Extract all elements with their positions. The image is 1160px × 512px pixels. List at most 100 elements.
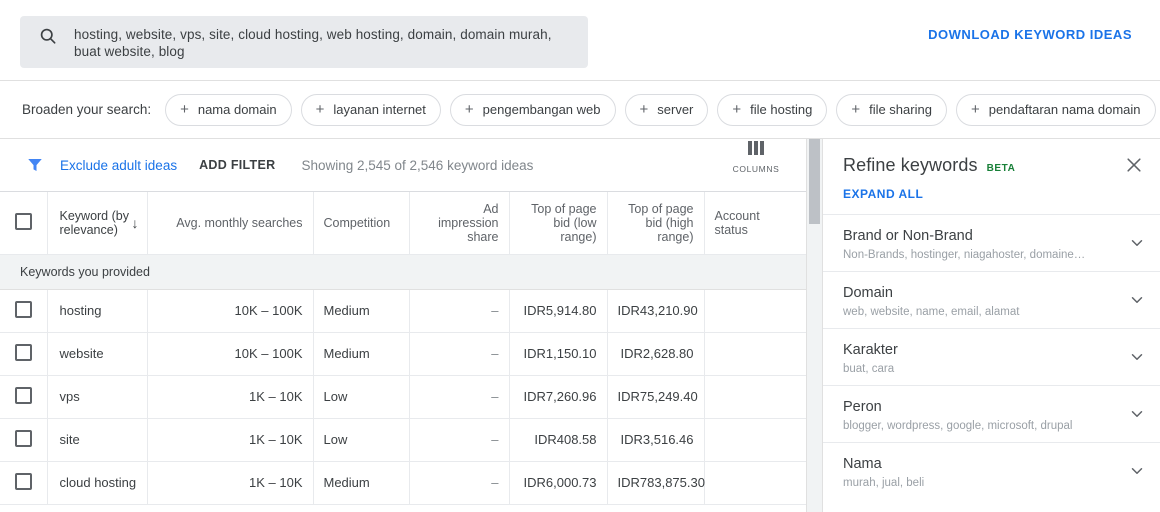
row-select-cell (0, 418, 48, 462)
columns-button[interactable]: COLUMNS (724, 141, 788, 177)
column-header-ad-impression-share[interactable]: Ad impression share (409, 192, 510, 255)
results-count-text: Showing 2,545 of 2,546 keyword ideas (301, 157, 534, 173)
row-select-cell (0, 332, 48, 376)
table-row[interactable]: hosting 10K – 100K Medium – IDR5,914.80 … (0, 289, 806, 333)
broaden-chip-file-hosting[interactable]: + file hosting (717, 93, 828, 126)
refine-item-nama[interactable]: Nama murah, jual, beli (823, 442, 1160, 499)
cell-bid-high: IDR43,210.90 (607, 289, 705, 333)
cell-competition: Medium (313, 332, 410, 376)
chevron-down-icon[interactable] (1128, 291, 1146, 309)
table-vertical-scrollbar[interactable] (806, 139, 822, 512)
filter-icon[interactable] (26, 156, 44, 174)
refine-item-domain[interactable]: Domain web, website, name, email, alamat (823, 271, 1160, 328)
cell-impression-share: – (409, 289, 510, 333)
chevron-down-icon[interactable] (1128, 348, 1146, 366)
row-checkbox[interactable] (14, 343, 32, 361)
cell-volume: 1K – 10K (147, 375, 314, 419)
table-row[interactable]: cloud hosting 1K – 10K Medium – IDR6,000… (0, 461, 806, 505)
search-bar-row: hosting, website, vps, site, cloud hosti… (0, 0, 1160, 81)
broaden-search-row: Broaden your search: + nama domain + lay… (0, 81, 1160, 139)
select-all-header (0, 192, 48, 255)
chevron-down-icon[interactable] (1128, 234, 1146, 252)
cell-keyword: cloud hosting (47, 461, 148, 505)
cell-impression-share: – (409, 418, 510, 462)
column-header-account-status[interactable]: Account status (704, 192, 806, 255)
beta-badge: BETA (986, 163, 1016, 174)
table-body: Keywords you provided hosting 10K – 100K… (0, 254, 806, 505)
select-all-checkbox[interactable] (14, 212, 32, 230)
columns-icon (724, 141, 788, 155)
refine-title-row: Refine keywords BETA (843, 155, 1144, 176)
close-icon[interactable] (1124, 155, 1146, 177)
chip-label: server (657, 102, 694, 117)
chip-label: file hosting (750, 102, 813, 117)
table-row[interactable]: website 10K – 100K Medium – IDR1,150.10 … (0, 332, 806, 376)
table-header: Keyword (by relevance) ↓ Avg. monthly se… (0, 192, 806, 255)
keyword-search-input[interactable]: hosting, website, vps, site, cloud hosti… (20, 16, 588, 68)
columns-button-label: COLUMNS (732, 164, 780, 174)
row-select-cell (0, 375, 48, 419)
cell-competition: Low (313, 418, 410, 462)
broaden-chip-pengembangan-web[interactable]: + pengembangan web (449, 93, 616, 126)
column-header-bid-low[interactable]: Top of page bid (low range) (509, 192, 608, 255)
cell-keyword: hosting (47, 289, 148, 333)
refine-item-karakter[interactable]: Karakter buat, cara (823, 328, 1160, 385)
row-checkbox[interactable] (14, 386, 32, 404)
scrollbar-thumb[interactable] (809, 139, 820, 224)
refine-category-list: Brand or Non-Brand Non-Brands, hostinger… (823, 214, 1160, 512)
main-content: Exclude adult ideas ADD FILTER Showing 2… (0, 139, 1160, 512)
cell-bid-low: IDR5,914.80 (509, 289, 608, 333)
search-input-value: hosting, website, vps, site, cloud hosti… (74, 27, 552, 59)
refine-keywords-panel: Refine keywords BETA EXPAND ALL Brand or… (822, 139, 1160, 512)
cell-keyword: vps (47, 375, 148, 419)
row-checkbox[interactable] (14, 300, 32, 318)
row-checkbox[interactable] (14, 472, 32, 490)
refine-item-name: Karakter (843, 342, 898, 358)
expand-all-button[interactable]: EXPAND ALL (843, 187, 923, 201)
cell-bid-low: IDR6,000.73 (509, 461, 608, 505)
cell-volume: 1K – 10K (147, 418, 314, 462)
broaden-chip-pendaftaran-nama-domain[interactable]: + pendaftaran nama domain (955, 93, 1156, 126)
row-select-cell (0, 461, 48, 505)
broaden-chip-server[interactable]: + server (624, 93, 709, 126)
broaden-chip-nama-domain[interactable]: + nama domain (165, 93, 292, 126)
broaden-chip-layanan-internet[interactable]: + layanan internet (300, 93, 441, 126)
add-filter-button[interactable]: ADD FILTER (199, 158, 275, 172)
keyword-table-scroll: Keyword (by relevance) ↓ Avg. monthly se… (0, 191, 806, 512)
plus-icon: + (315, 101, 325, 118)
cell-volume: 1K – 10K (147, 461, 314, 505)
table-row[interactable]: site 1K – 10K Low – IDR408.58 IDR3,516.4… (0, 418, 806, 462)
refine-item-subtitle: buat, cara (843, 363, 895, 375)
broaden-chip-file-sharing[interactable]: + file sharing (836, 93, 947, 126)
broaden-search-label: Broaden your search: (22, 102, 152, 117)
row-select-cell (0, 289, 48, 333)
keyword-planner-app: hosting, website, vps, site, cloud hosti… (0, 0, 1160, 512)
plus-icon: + (464, 101, 474, 118)
plus-icon: + (970, 101, 980, 118)
refine-item-name: Domain (843, 285, 893, 301)
chevron-down-icon[interactable] (1128, 462, 1146, 480)
refine-item-peron[interactable]: Peron blogger, wordpress, google, micros… (823, 385, 1160, 442)
filter-toolbar: Exclude adult ideas ADD FILTER Showing 2… (0, 139, 806, 191)
cell-keyword: website (47, 332, 148, 376)
plus-icon: + (180, 101, 189, 118)
cell-bid-low: IDR7,260.96 (509, 375, 608, 419)
column-header-volume[interactable]: Avg. monthly searches (147, 192, 314, 255)
column-header-keyword[interactable]: Keyword (by relevance) ↓ (47, 192, 148, 255)
sort-descending-icon: ↓ (131, 214, 139, 231)
table-row[interactable]: vps 1K – 10K Low – IDR7,260.96 IDR75,249… (0, 375, 806, 419)
column-header-bid-high[interactable]: Top of page bid (high range) (607, 192, 705, 255)
plus-icon: + (639, 101, 649, 118)
chevron-down-icon[interactable] (1128, 405, 1146, 423)
refine-item-brand-or-non-brand[interactable]: Brand or Non-Brand Non-Brands, hostinger… (823, 214, 1160, 271)
cell-volume: 10K – 100K (147, 289, 314, 333)
column-header-competition[interactable]: Competition (313, 192, 410, 255)
keyword-table-pane: Exclude adult ideas ADD FILTER Showing 2… (0, 139, 806, 512)
refine-panel-title: Refine keywords (843, 155, 978, 175)
cell-bid-low: IDR1,150.10 (509, 332, 608, 376)
cell-bid-high: IDR75,249.40 (607, 375, 705, 419)
download-keyword-ideas-button[interactable]: DOWNLOAD KEYWORD IDEAS (928, 27, 1132, 42)
cell-impression-share: – (409, 332, 510, 376)
row-checkbox[interactable] (14, 429, 32, 447)
exclude-adult-ideas-button[interactable]: Exclude adult ideas (60, 158, 177, 173)
